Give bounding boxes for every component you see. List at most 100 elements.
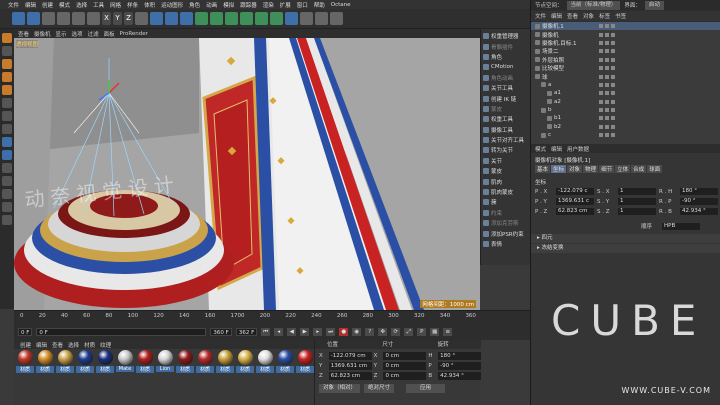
enable-check-icon[interactable]: [611, 133, 615, 138]
lock-workplane-icon[interactable]: [2, 150, 12, 160]
planar-workplane-icon[interactable]: [2, 189, 12, 199]
menu-item[interactable]: 创建: [42, 1, 53, 9]
menu-item[interactable]: 运动图形: [161, 1, 183, 9]
attribute-tab[interactable]: 坐标: [551, 165, 567, 173]
render-dot-icon[interactable]: [605, 99, 609, 104]
y-axis-toggle[interactable]: Y: [113, 12, 122, 25]
viewport-menu-item[interactable]: 查看: [18, 30, 29, 38]
object-row[interactable]: 外层拍照: [531, 56, 720, 64]
material-swatch[interactable]: 材质: [276, 350, 294, 373]
layout-select[interactable]: 启动: [644, 0, 664, 10]
render-dot-icon[interactable]: [605, 124, 609, 129]
next-key-icon[interactable]: ▸: [313, 328, 323, 336]
character-tool-item[interactable]: 蒙皮: [481, 104, 530, 114]
enable-check-icon[interactable]: [611, 24, 615, 29]
axis-mode-icon[interactable]: [2, 98, 12, 108]
render-view-icon[interactable]: [150, 12, 163, 25]
enable-check-icon[interactable]: [611, 91, 615, 96]
render-dot-icon[interactable]: [605, 66, 609, 71]
menu-item[interactable]: 体积: [144, 1, 155, 9]
polygons-mode-icon[interactable]: [2, 85, 12, 95]
visibility-dot-icon[interactable]: [599, 82, 603, 87]
attribute-menu-item[interactable]: 用户数据: [567, 145, 589, 153]
character-tool-item[interactable]: 创建 IK 链: [481, 93, 530, 103]
character-tool-item[interactable]: 肌肉蒙皮: [481, 187, 530, 197]
material-swatch[interactable]: Lion: [156, 350, 174, 373]
material-menu-item[interactable]: 纹理: [100, 341, 111, 349]
snap-mode-icon[interactable]: [2, 137, 12, 147]
attribute-tab[interactable]: 基本: [535, 165, 551, 173]
menu-item[interactable]: 窗口: [297, 1, 308, 9]
move-key-icon[interactable]: ✥: [378, 328, 388, 336]
menu-item[interactable]: 工具: [93, 1, 104, 9]
soft-selection-icon[interactable]: [2, 124, 12, 134]
apply-button[interactable]: 应用: [406, 384, 446, 393]
array-icon[interactable]: [240, 12, 253, 25]
rotation-h-field[interactable]: 180 °: [438, 351, 481, 360]
attribute-tab[interactable]: 细节: [599, 165, 615, 173]
menu-item[interactable]: 模式: [59, 1, 70, 9]
attribute-tab[interactable]: 对象: [567, 165, 583, 173]
object-row[interactable]: b: [531, 106, 720, 114]
object-row[interactable]: 摄像机.1: [531, 22, 720, 31]
render-dot-icon[interactable]: [605, 57, 609, 62]
object-row[interactable]: 球: [531, 72, 720, 81]
material-menu-item[interactable]: 查看: [52, 341, 63, 349]
visibility-dot-icon[interactable]: [599, 24, 603, 29]
visibility-dot-icon[interactable]: [599, 49, 603, 54]
menu-item[interactable]: 帮助: [314, 1, 325, 9]
viewport-menu-item[interactable]: 摄像机: [34, 30, 51, 38]
viewport-menu-item[interactable]: 过滤: [88, 30, 99, 38]
light-icon[interactable]: [300, 12, 313, 25]
position-x-field[interactable]: -122.079 cm: [328, 351, 372, 360]
attribute-menu-item[interactable]: 编辑: [551, 145, 562, 153]
render-dot-icon[interactable]: [605, 32, 609, 37]
viewport-menu-item[interactable]: 面板: [104, 30, 115, 38]
play-backward-icon[interactable]: ◀: [287, 328, 297, 336]
menu-item[interactable]: 选择: [76, 1, 87, 9]
material-swatch[interactable]: 材质: [96, 350, 114, 373]
object-menu-item[interactable]: 书签: [615, 12, 626, 20]
character-tool-item[interactable]: 权重管理器: [481, 31, 530, 41]
menu-item[interactable]: 模拟: [223, 1, 234, 9]
select-tool-icon[interactable]: [42, 12, 55, 25]
visibility-dot-icon[interactable]: [599, 66, 603, 71]
rotation-order-select[interactable]: HPB: [662, 222, 700, 230]
attribute-tab[interactable]: 球面: [647, 165, 663, 173]
menu-item[interactable]: 渲染: [263, 1, 274, 9]
rotate-tool-icon[interactable]: [87, 12, 100, 25]
material-swatch[interactable]: 材质: [16, 350, 34, 373]
visibility-dot-icon[interactable]: [599, 116, 603, 121]
cube-primitive-icon[interactable]: [195, 12, 208, 25]
node-space-select[interactable]: 当前（标准/物理）: [566, 0, 621, 10]
goto-end-icon[interactable]: ⏭: [326, 328, 336, 336]
attribute-value-field[interactable]: 62.823 cm: [556, 208, 594, 215]
menu-item[interactable]: 角色: [189, 1, 200, 9]
x-ray-icon[interactable]: [2, 202, 12, 212]
character-tool-item[interactable]: 添加PSR约束: [481, 228, 530, 238]
visibility-dot-icon[interactable]: [599, 40, 603, 45]
attribute-value-field[interactable]: 1: [618, 188, 656, 195]
enable-check-icon[interactable]: [611, 99, 615, 104]
autokey-icon[interactable]: ◉: [352, 328, 362, 336]
material-menu-item[interactable]: 编辑: [36, 341, 47, 349]
character-tool-item[interactable]: 约束: [481, 208, 530, 218]
rotate-key-icon[interactable]: ⟳: [391, 328, 401, 336]
character-tool-item[interactable]: 角色: [481, 52, 530, 62]
quaternion-fold[interactable]: ▸ 四元: [531, 234, 720, 243]
render-dot-icon[interactable]: [605, 82, 609, 87]
redo-icon[interactable]: [27, 12, 40, 25]
prev-key-icon[interactable]: ◂: [274, 328, 284, 336]
scale-key-icon[interactable]: ⤢: [404, 328, 414, 336]
object-menu-item[interactable]: 标签: [599, 12, 610, 20]
material-swatch[interactable]: 材质: [236, 350, 254, 373]
size-x-field[interactable]: 0 cm: [383, 351, 427, 360]
object-row[interactable]: 摄像机.目标.1: [531, 39, 720, 47]
enable-check-icon[interactable]: [611, 32, 615, 37]
character-tool-item[interactable]: 添加克劳斯: [481, 218, 530, 228]
render-dot-icon[interactable]: [605, 49, 609, 54]
point-level-icon[interactable]: ▦: [430, 328, 440, 336]
visibility-dot-icon[interactable]: [599, 99, 603, 104]
material-menu-item[interactable]: 材质: [84, 341, 95, 349]
coordinate-mode-select[interactable]: 对象（相对）: [319, 384, 361, 393]
